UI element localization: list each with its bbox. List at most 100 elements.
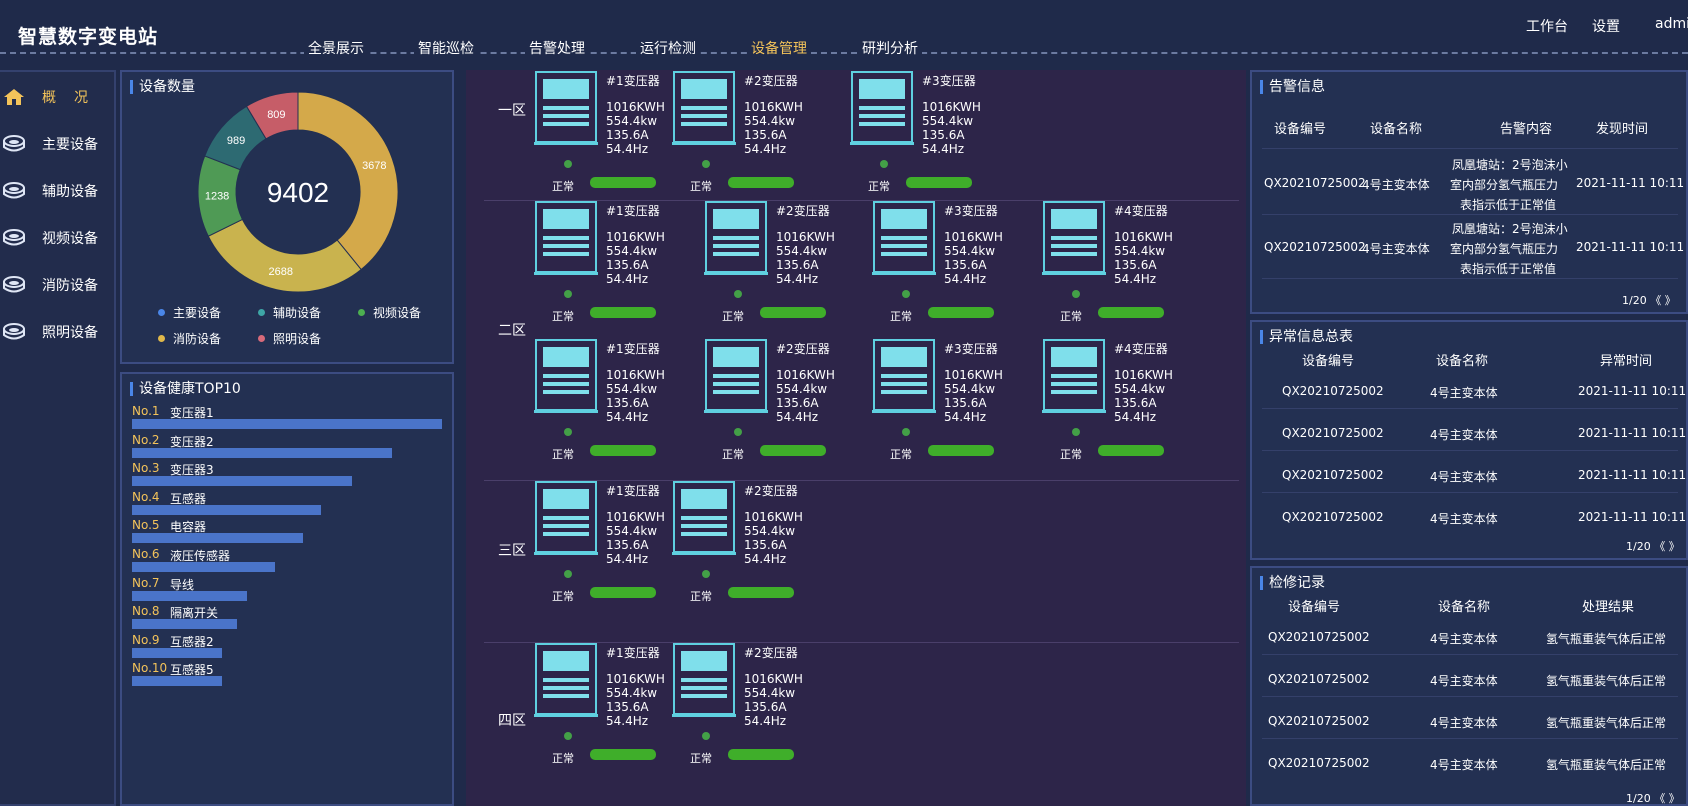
donut-slice-label: 1238 [205,191,229,203]
rank-number: No.1 [132,404,160,418]
nav-item-alarm[interactable]: 告警处理 [525,38,589,58]
status-indicator [564,570,572,578]
transformer-card[interactable]: #3变压器 1016KWH 554.4kw 135.6A 54.4Hz 正常 [850,70,1020,193]
donut-slice-label: 2688 [269,266,293,278]
transformer-card[interactable]: #2变压器 1016KWH 554.4kw 135.6A 54.4Hz 正常 [672,642,842,765]
transformer-spec: 554.4kw [744,114,796,128]
sidebar-item-overview[interactable]: 概况 [0,82,116,112]
user-name[interactable]: admi [1655,16,1688,32]
status-label: 正常 [552,752,574,765]
transformer-card[interactable]: #4变压器 1016KWH 554.4kw 135.6A 54.4Hz 正常 [1042,200,1212,323]
status-indicator [702,732,710,740]
status-label: 正常 [1060,448,1082,461]
rank-number: No.2 [132,432,160,447]
repair-device-name: 4号主变本体 [1430,674,1498,688]
zone-device-area: 一区 二区 三区 四区 #1变压器 1016KWH 554.4kw 135.6A 54.… [466,70,1246,806]
health-bar [132,590,247,601]
table-header: 设备编号 [1288,600,1341,615]
alarm-pager[interactable]: 1/20 《 》 [1622,292,1676,308]
status-led-bar [590,177,656,188]
sidebar-item-main-devices[interactable]: 主要设备 [0,129,116,159]
status-led-bar [728,177,794,188]
transformer-card[interactable]: #4变压器 1016KWH 554.4kw 135.6A 54.4Hz 正常 [1042,338,1212,461]
workbench-link[interactable]: 工作台 [1526,16,1568,36]
transformer-icon [872,201,936,275]
transformer-spec: 135.6A [922,128,965,142]
nav-item-overview[interactable]: 全景展示 [304,38,368,58]
row-divider [1262,696,1678,697]
sidebar: 概况 主要设备 辅助设备 视频设备 消防设备 照明设备 [0,70,116,806]
panel-title: 检修记录 [1260,576,1325,590]
zone-label: 三区 [498,543,526,559]
repair-pager[interactable]: 1/20 《 》 [1626,790,1680,806]
status-indicator [702,570,710,578]
abnormal-pager[interactable]: 1/20 《 》 [1626,538,1680,554]
transformer-spec: 135.6A [606,396,649,410]
sidebar-item-label: 照明设备 [42,325,98,341]
abnormal-device-name: 4号主变本体 [1430,386,1498,400]
health-top10-panel: 设备健康TOP10 No.1 变压器1 No.2 变压器2 No.3 变压器3 No.4 互感… [120,372,454,806]
zone-label: 四区 [498,713,526,729]
row-divider [1262,738,1678,739]
health-bar [132,619,238,630]
sidebar-item-aux-devices[interactable]: 辅助设备 [0,176,116,206]
row-divider [1262,278,1678,279]
row-divider [1262,654,1678,655]
transformer-spec: 54.4Hz [744,552,787,566]
transformer-card[interactable]: #3变压器 1016KWH 554.4kw 135.6A 54.4Hz 正常 [872,200,1042,323]
status-label: 正常 [722,310,744,323]
transformer-icon [672,71,736,145]
abnormal-device-id: QX20210725002 [1282,468,1384,482]
transformer-card[interactable]: #2变压器 1016KWH 554.4kw 135.6A 54.4Hz 正常 [704,338,874,461]
status-led-bar [906,177,972,188]
nav-item-analysis[interactable]: 研判分析 [858,38,922,58]
abnormal-device-name: 4号主变本体 [1430,470,1498,484]
donut-slice [207,218,362,293]
transformer-card[interactable]: #3变压器 1016KWH 554.4kw 135.6A 54.4Hz 正常 [872,338,1042,461]
transformer-spec: 554.4kw [606,244,658,258]
transformer-spec: 1016KWH [944,368,1003,382]
transformer-name: #4变压器 [1114,342,1168,356]
legend-dot [158,309,165,316]
nav-item-monitor[interactable]: 运行检测 [636,38,700,58]
status-led-bar [928,445,994,456]
status-led-bar [1098,445,1164,456]
sidebar-item-video-devices[interactable]: 视频设备 [0,223,116,253]
transformer-spec: 1016KWH [744,672,803,686]
abnormal-time: 2021-11-11 10:11 [1578,426,1687,440]
legend-label: 主要设备 [173,306,222,320]
sidebar-item-lighting-devices[interactable]: 照明设备 [0,317,116,347]
transformer-icon [1042,201,1106,275]
status-indicator [734,428,742,436]
health-bar [132,504,322,515]
transformer-name: #1变压器 [606,342,660,356]
status-label: 正常 [890,310,912,323]
table-header: 设备名称 [1370,122,1423,137]
transformer-name: #2变压器 [744,74,798,88]
main-nav: 全景展示 智能巡检 告警处理 运行检测 设备管理 研判分析 [0,38,1000,58]
transformer-spec: 554.4kw [606,114,658,128]
transformer-icon [672,643,736,717]
transformer-card[interactable]: #1变压器 1016KWH 554.4kw 135.6A 54.4Hz 正常 [534,338,704,461]
transformer-spec: 54.4Hz [744,714,787,728]
settings-link[interactable]: 设置 [1592,16,1620,36]
device-icon [3,229,25,246]
health-bar [132,562,275,572]
legend-dot [358,309,365,316]
status-label: 正常 [722,448,744,461]
transformer-spec: 54.4Hz [1114,410,1157,424]
transformer-spec: 135.6A [606,258,649,272]
transformer-card[interactable]: #2变压器 1016KWH 554.4kw 135.6A 54.4Hz 正常 [704,200,874,323]
sidebar-item-label: 概况 [42,90,106,106]
transformer-card[interactable]: #2变压器 1016KWH 554.4kw 135.6A 54.4Hz 正常 [672,70,842,193]
sidebar-item-fire-devices[interactable]: 消防设备 [0,270,116,300]
transformer-spec: 554.4kw [944,382,996,396]
transformer-card[interactable]: #1变压器 1016KWH 554.4kw 135.6A 54.4Hz 正常 [534,200,704,323]
transformer-spec: 54.4Hz [606,410,649,424]
transformer-icon [704,339,768,413]
nav-item-patrol[interactable]: 智能巡检 [414,38,478,58]
transformer-card[interactable]: #2变压器 1016KWH 554.4kw 135.6A 54.4Hz 正常 [672,480,842,603]
rank-number: No.10 [132,661,168,676]
row-divider [1262,450,1678,451]
nav-item-device-management[interactable]: 设备管理 [747,38,811,58]
